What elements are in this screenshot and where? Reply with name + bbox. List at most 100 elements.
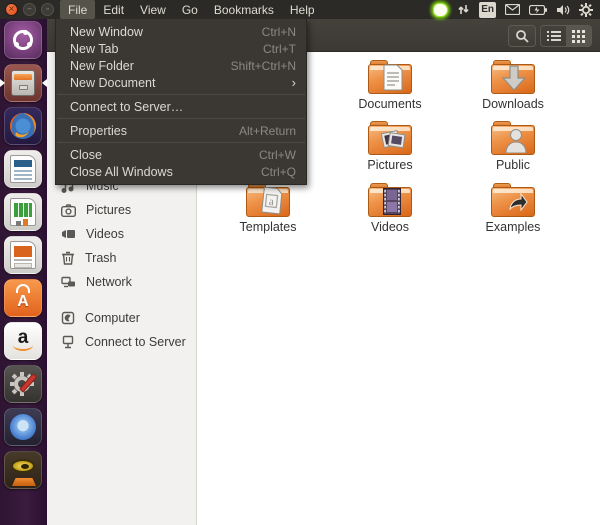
sidebar-item-computer[interactable]: Computer — [47, 306, 196, 330]
sidebar-label: Connect to Server — [85, 335, 186, 349]
folder-public[interactable]: Public — [452, 121, 574, 172]
folder-label: Examples — [486, 220, 541, 234]
folder-label: Public — [496, 158, 530, 172]
sidebar-label: Network — [86, 275, 132, 289]
grid-view-button[interactable] — [566, 26, 591, 46]
firefox-icon — [8, 111, 38, 141]
menuitem-label: New Tab — [70, 42, 118, 56]
calc-icon — [10, 198, 36, 226]
folder-examples[interactable]: Examples — [452, 183, 574, 234]
menuitem-shortcut: Ctrl+W — [259, 148, 296, 162]
menuitem-close[interactable]: Close Ctrl+W — [56, 146, 306, 163]
writer-icon — [10, 155, 36, 183]
launcher-item-libreoffice-writer[interactable] — [4, 150, 42, 188]
menu-separator — [56, 91, 306, 98]
menuitem-shortcut: Alt+Return — [239, 124, 296, 138]
folder-pictures[interactable]: Pictures — [329, 121, 451, 172]
camera-icon — [61, 204, 76, 217]
menuitem-new-tab[interactable]: New Tab Ctrl+T — [56, 40, 306, 57]
search-icon — [515, 29, 529, 43]
launcher-item-libreoffice-impress[interactable] — [4, 236, 42, 274]
folder-label: Documents — [358, 97, 421, 111]
menu-separator — [56, 115, 306, 122]
system-tray: En — [433, 2, 600, 18]
volume-icon[interactable] — [556, 2, 570, 18]
menu-go[interactable]: Go — [174, 0, 206, 19]
sidebar-item-connect-to-server[interactable]: Connect to Server — [47, 330, 196, 354]
maximize-window-button[interactable]: ▫ — [41, 3, 54, 16]
launcher-item-ubuntu-dash[interactable] — [4, 21, 42, 59]
sidebar-separator — [47, 294, 196, 306]
menu-edit[interactable]: Edit — [95, 0, 132, 19]
list-view-button[interactable] — [541, 26, 566, 46]
gear-icon[interactable] — [579, 2, 593, 18]
template-emblem: a — [260, 187, 284, 215]
video-icon — [61, 228, 76, 240]
folder-label: Pictures — [367, 158, 412, 172]
launcher-item-amazon[interactable]: a — [4, 322, 42, 360]
document-emblem — [382, 64, 404, 92]
file-menu-dropdown: New Window Ctrl+N New Tab Ctrl+T New Fol… — [55, 19, 307, 185]
sidebar-item-pictures[interactable]: Pictures — [47, 198, 196, 222]
menuitem-connect-to-server[interactable]: Connect to Server… — [56, 98, 306, 115]
menuitem-label: New Document — [70, 76, 155, 90]
battery-icon[interactable] — [529, 2, 547, 18]
sidebar-item-trash[interactable]: Trash — [47, 246, 196, 270]
sidebar-label: Videos — [86, 227, 124, 241]
launcher-item-firefox[interactable] — [4, 107, 42, 145]
folder-videos[interactable]: Videos — [329, 183, 451, 234]
menuitem-close-all-windows[interactable]: Close All Windows Ctrl+Q — [56, 163, 306, 180]
sidebar-label: Trash — [85, 251, 117, 265]
folder-downloads[interactable]: Downloads — [452, 60, 574, 111]
folder-templates[interactable]: a Templates — [207, 183, 329, 234]
window-controls: ✕ − ▫ — [0, 3, 60, 16]
folder-label: Videos — [371, 220, 409, 234]
menu-help[interactable]: Help — [282, 0, 323, 19]
keyboard-layout-indicator[interactable]: En — [479, 2, 496, 18]
launcher-item-chromium[interactable] — [4, 408, 42, 446]
top-panel: ✕ − ▫ File Edit View Go Bookmarks Help E… — [0, 0, 600, 19]
unity-launcher: A a — [0, 19, 47, 525]
impress-icon — [10, 241, 36, 269]
search-button[interactable] — [508, 25, 536, 47]
close-window-button[interactable]: ✕ — [5, 3, 18, 16]
launcher-item-ubuntu-software-center[interactable]: A — [4, 279, 42, 317]
grid-view-icon — [572, 30, 585, 43]
sidebar-item-videos[interactable]: Videos — [47, 222, 196, 246]
trash-icon — [61, 251, 75, 265]
software-center-icon — [16, 284, 30, 293]
trash-icon — [11, 459, 35, 473]
settings-gear-wrench-icon — [8, 369, 38, 399]
menuitem-new-folder[interactable]: New Folder Shift+Ctrl+N — [56, 57, 306, 74]
menu-view[interactable]: View — [132, 0, 174, 19]
minimize-window-button[interactable]: − — [23, 3, 36, 16]
menuitem-new-document[interactable]: New Document › — [56, 74, 306, 91]
list-view-icon — [547, 30, 561, 42]
link-arrow-emblem — [508, 193, 528, 211]
menuitem-shortcut: Shift+Ctrl+N — [231, 59, 296, 73]
ubuntu-desktop: ✕ − ▫ File Edit View Go Bookmarks Help E… — [0, 0, 600, 525]
down-arrow-emblem — [502, 65, 526, 91]
ubuntu-logo-icon — [13, 30, 33, 50]
folder-documents[interactable]: Documents — [329, 60, 451, 111]
menu-file[interactable]: File — [60, 0, 95, 19]
menuitem-properties[interactable]: Properties Alt+Return — [56, 122, 306, 139]
server-monitor-icon — [61, 335, 75, 349]
sidebar-label: Pictures — [86, 203, 131, 217]
messenger-indicator-icon[interactable] — [433, 2, 448, 18]
sync-arrows-icon[interactable] — [457, 2, 470, 18]
launcher-item-libreoffice-calc[interactable] — [4, 193, 42, 231]
sidebar-item-network[interactable]: Network — [47, 270, 196, 294]
menuitem-label: Properties — [70, 124, 127, 138]
chromium-icon — [10, 414, 36, 440]
menu-bookmarks[interactable]: Bookmarks — [206, 0, 282, 19]
menuitem-label: Connect to Server… — [70, 100, 183, 114]
files-window: Music Pictures Videos Trash — [47, 19, 600, 525]
launcher-item-trash[interactable] — [4, 451, 42, 489]
mail-envelope-icon[interactable] — [505, 2, 520, 18]
menuitem-shortcut: Ctrl+T — [263, 42, 296, 56]
launcher-item-files[interactable] — [4, 64, 42, 102]
launcher-item-system-settings[interactable] — [4, 365, 42, 403]
active-app-arrow — [0, 79, 9, 87]
menuitem-new-window[interactable]: New Window Ctrl+N — [56, 23, 306, 40]
